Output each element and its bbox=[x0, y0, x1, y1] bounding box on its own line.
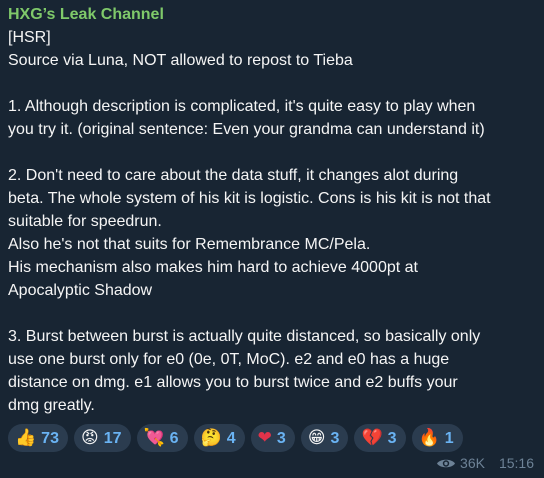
reaction-count: 17 bbox=[103, 429, 122, 447]
message-line: you try it. (original sentence: Even you… bbox=[8, 121, 485, 138]
reaction-count: 3 bbox=[330, 429, 340, 447]
reaction-fire[interactable]: 🔥 1 bbox=[411, 424, 463, 452]
message-line: His mechanism also makes him hard to ach… bbox=[8, 259, 418, 276]
message-line: distance on dmg. e1 allows you to burst … bbox=[8, 374, 458, 391]
reaction-count: 6 bbox=[169, 429, 179, 447]
view-count: 36K bbox=[460, 455, 485, 471]
message-line bbox=[8, 72, 532, 95]
message-line: beta. The whole system of his kit is log… bbox=[8, 190, 491, 207]
reaction-count: 3 bbox=[276, 429, 286, 447]
reaction-angry-face[interactable]: 😡 17 bbox=[73, 424, 131, 452]
reaction-count: 73 bbox=[41, 429, 59, 447]
grinning-face-icon: 😁 bbox=[307, 428, 326, 448]
red-heart-icon: ❤ bbox=[257, 428, 272, 448]
message-line: [HSR] bbox=[8, 29, 51, 46]
message-line: dmg greatly. bbox=[8, 397, 95, 414]
message-line bbox=[8, 302, 532, 325]
reaction-red-heart[interactable]: ❤ 3 bbox=[250, 424, 295, 452]
angry-face-icon: 😡 bbox=[80, 428, 99, 448]
heart-arrow-icon: 💘 bbox=[143, 428, 165, 448]
message-line: Also he's not that suits for Remembrance… bbox=[8, 236, 371, 253]
message-line: 1. Although description is complicated, … bbox=[8, 98, 476, 115]
channel-name[interactable]: HXG’s Leak Channel bbox=[8, 4, 532, 26]
reaction-thumbs-up[interactable]: 👍 73 bbox=[8, 424, 68, 452]
thumbs-up-icon: 👍 bbox=[15, 428, 37, 448]
reaction-count: 4 bbox=[226, 429, 236, 447]
eye-icon bbox=[436, 457, 456, 470]
reaction-burning-heart[interactable]: 💔 3 bbox=[354, 424, 406, 452]
message-bubble: HXG’s Leak Channel [HSR] Source via Luna… bbox=[0, 0, 544, 478]
message-line: 2. Don't need to care about the data stu… bbox=[8, 167, 459, 184]
message-line: Apocalyptic Shadow bbox=[8, 282, 153, 299]
reaction-count: 1 bbox=[444, 429, 454, 447]
reaction-grinning-face[interactable]: 😁 3 bbox=[300, 424, 349, 452]
message-line: 3. Burst between burst is actually quite… bbox=[8, 328, 481, 345]
burning-heart-icon: 💔 bbox=[361, 428, 383, 448]
message-text: [HSR] Source via Luna, NOT allowed to re… bbox=[8, 26, 532, 417]
thinking-face-icon: 🤔 bbox=[200, 428, 222, 448]
reaction-thinking-face[interactable]: 🤔 4 bbox=[193, 424, 245, 452]
message-line: suitable for speedrun. bbox=[8, 213, 162, 230]
reaction-heart-arrow[interactable]: 💘 6 bbox=[136, 424, 188, 452]
message-meta: 36K 15:16 bbox=[436, 452, 534, 475]
message-line bbox=[8, 141, 532, 164]
fire-icon: 🔥 bbox=[418, 428, 440, 448]
message-line: Source via Luna, NOT allowed to repost t… bbox=[8, 52, 353, 69]
reaction-count: 3 bbox=[387, 429, 397, 447]
message-line: use one burst only for e0 (0e, 0T, MoC).… bbox=[8, 351, 450, 368]
message-time: 15:16 bbox=[498, 455, 534, 471]
reactions-bar: 👍 73 😡 17 💘 6 🤔 4 ❤ 3 😁 3 💔 3 🔥 1 bbox=[8, 424, 463, 452]
